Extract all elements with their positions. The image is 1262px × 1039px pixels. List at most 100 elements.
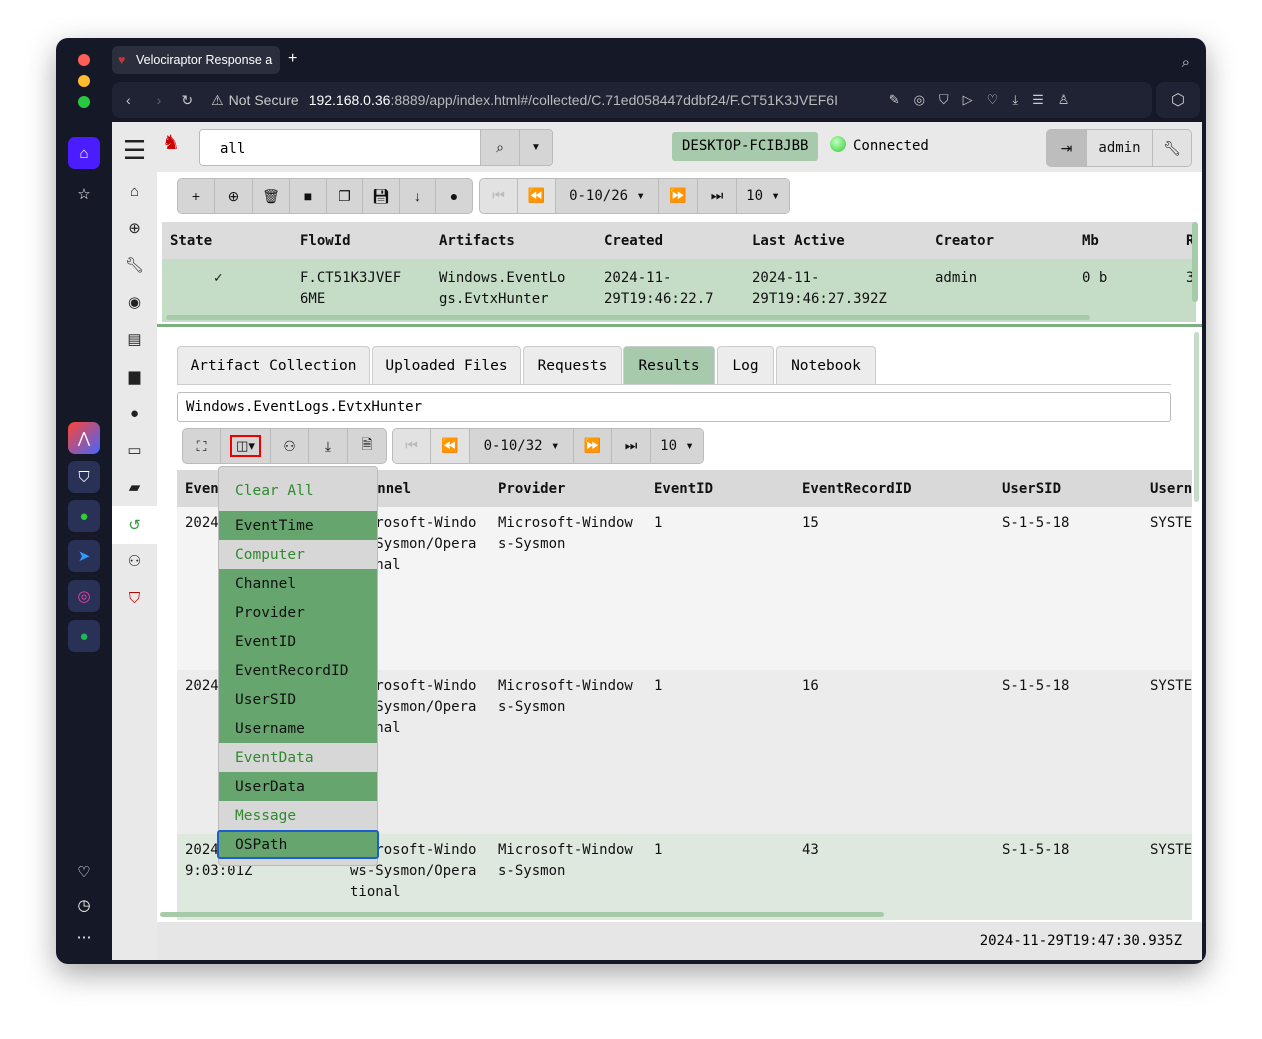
prev-page-icon[interactable]: ⏪: [431, 429, 470, 463]
tab-uploaded-files[interactable]: Uploaded Files: [372, 346, 521, 384]
column-toggle-provider[interactable]: Provider: [219, 598, 377, 627]
column-header[interactable]: Last Active: [752, 231, 845, 252]
csv-export-icon[interactable]: 🗎︎: [348, 429, 386, 463]
column-header[interactable]: UserSID: [1002, 479, 1061, 500]
column-header[interactable]: Username: [1150, 479, 1192, 500]
column-toggle-eventrecordid[interactable]: EventRecordID: [219, 656, 377, 685]
client-name-badge[interactable]: DESKTOP-FCIBJBB: [672, 132, 819, 161]
whatsapp-icon[interactable]: ●: [68, 500, 100, 532]
delete-icon[interactable]: 🗑︎: [253, 179, 290, 213]
page-range-dropdown[interactable]: 0-10/26 ▾: [556, 179, 659, 213]
crosshair-icon[interactable]: ⊕: [112, 210, 157, 246]
copy-icon[interactable]: ❐: [327, 179, 363, 213]
next-page-icon[interactable]: ⏩: [574, 429, 612, 463]
star-icon[interactable]: ☆: [68, 178, 100, 210]
user-icon[interactable]: ●: [112, 395, 157, 431]
settings-wrench-icon[interactable]: 🔧︎: [1153, 130, 1191, 166]
first-page-icon[interactable]: ⏮: [480, 179, 518, 213]
column-header[interactable]: Mb: [1082, 231, 1099, 252]
tab-artifact-collection[interactable]: Artifact Collection: [177, 346, 370, 384]
download-icon[interactable]: ↓: [400, 179, 436, 213]
vertical-scrollbar[interactable]: [1192, 222, 1198, 302]
first-page-icon[interactable]: ⏮: [393, 429, 431, 463]
home-icon[interactable]: ⌂: [68, 137, 100, 169]
server-icon[interactable]: ▤: [112, 321, 157, 357]
app-icon[interactable]: ⋀: [68, 422, 100, 454]
page-range-dropdown[interactable]: 0-10/32 ▾: [470, 429, 574, 463]
laptop-icon[interactable]: ▭: [112, 432, 157, 468]
new-collection-button[interactable]: +: [178, 179, 215, 213]
artifact-selector[interactable]: Windows.EventLogs.EvtxHunter: [177, 392, 1171, 422]
reload-icon[interactable]: ↻: [181, 92, 193, 109]
tab-requests[interactable]: Requests: [523, 346, 622, 384]
more-icon[interactable]: ⋯: [68, 921, 100, 953]
search-icon[interactable]: ⌕: [480, 130, 520, 165]
close-window-button[interactable]: [78, 54, 90, 66]
wrench-icon[interactable]: 🔧︎: [112, 247, 157, 283]
column-toggle-usersid[interactable]: UserSID: [219, 685, 377, 714]
clear-all-columns[interactable]: Clear All: [219, 467, 377, 511]
column-header[interactable]: EventRecordID: [802, 479, 912, 500]
horizontal-scrollbar[interactable]: [166, 315, 1090, 320]
spotify-icon[interactable]: ●: [68, 620, 100, 652]
forward-icon[interactable]: ›: [157, 92, 162, 108]
save-icon[interactable]: 💾︎: [363, 179, 400, 213]
instagram-icon[interactable]: ◎: [68, 580, 100, 612]
user-button[interactable]: admin: [1087, 130, 1153, 166]
folder-open-icon[interactable]: ▰: [112, 469, 157, 505]
address-bar[interactable]: ‹ › ↻ ⚠ Not Secure 192.168.0.36:8889/app…: [112, 82, 1152, 118]
pane-divider[interactable]: [157, 324, 1202, 327]
shopping-bag-icon[interactable]: ⛉: [68, 461, 100, 493]
tab-results[interactable]: Results: [623, 346, 715, 384]
history-icon[interactable]: ↺: [112, 506, 157, 544]
column-toggle-eventdata[interactable]: EventData: [219, 743, 377, 772]
fullscreen-icon[interactable]: ⛶: [183, 429, 221, 463]
user-icon[interactable]: ●: [436, 179, 472, 213]
logout-icon[interactable]: ⇥: [1047, 130, 1087, 166]
column-toggle-eventid[interactable]: EventID: [219, 627, 377, 656]
browser-tab[interactable]: ♥ Velociraptor Response a: [112, 46, 280, 74]
browser-toolbar-icons[interactable]: ✎◎⛉▷♡⤓☰♙: [889, 92, 1084, 108]
horizontal-scrollbar[interactable]: [160, 912, 884, 917]
column-selector-button[interactable]: ◫▾: [221, 429, 271, 463]
telegram-icon[interactable]: ➤: [68, 540, 100, 572]
column-header[interactable]: Creator: [935, 231, 994, 252]
column-header[interactable]: Created: [604, 231, 663, 252]
velociraptor-shield-icon[interactable]: ⛉: [112, 580, 157, 616]
back-icon[interactable]: ‹: [126, 92, 131, 108]
client-search-input[interactable]: all: [200, 130, 480, 165]
eye-icon[interactable]: ◉: [112, 284, 157, 320]
column-toggle-message[interactable]: Message: [219, 801, 377, 830]
search-dropdown-button[interactable]: ▼: [520, 130, 552, 165]
column-toggle-eventtime[interactable]: EventTime: [219, 511, 377, 540]
flow-id[interactable]: F.CT51K3JVEF 6ME: [300, 268, 415, 310]
maximize-window-button[interactable]: [78, 96, 90, 108]
last-page-icon[interactable]: ⏭: [612, 429, 651, 463]
heart-icon[interactable]: ♡: [68, 856, 100, 888]
tab-log[interactable]: Log: [717, 346, 774, 384]
history-icon[interactable]: ◷: [68, 889, 100, 921]
crosshair-icon[interactable]: ⊕: [215, 179, 253, 213]
home-icon[interactable]: ⌂: [112, 173, 157, 209]
column-header[interactable]: Provider: [498, 479, 565, 500]
stop-icon[interactable]: ■: [290, 179, 327, 213]
page-size-dropdown[interactable]: 10 ▾: [737, 179, 789, 213]
search-tabs-icon[interactable]: ⌕: [1182, 54, 1190, 71]
new-tab-button[interactable]: +: [288, 50, 297, 68]
column-header[interactable]: EventID: [654, 479, 713, 500]
vertical-scrollbar[interactable]: [1194, 332, 1199, 502]
binoculars-icon[interactable]: ⚇: [112, 543, 157, 579]
hamburger-menu-icon[interactable]: ☰: [112, 132, 157, 168]
tab-notebook[interactable]: Notebook: [776, 346, 876, 384]
column-toggle-computer[interactable]: Computer: [219, 540, 377, 569]
minimize-window-button[interactable]: [78, 75, 90, 87]
column-toggle-ospath[interactable]: OSPath: [217, 830, 379, 859]
column-header[interactable]: Artifacts: [439, 231, 515, 252]
column-header[interactable]: FlowId: [300, 231, 351, 252]
binoculars-icon[interactable]: ⚇: [271, 429, 309, 463]
prev-page-icon[interactable]: ⏪: [518, 179, 556, 213]
next-page-icon[interactable]: ⏩: [659, 179, 698, 213]
book-icon[interactable]: ▆: [112, 358, 157, 394]
extensions-icon[interactable]: ⬡: [1156, 82, 1200, 118]
column-toggle-username[interactable]: Username: [219, 714, 377, 743]
